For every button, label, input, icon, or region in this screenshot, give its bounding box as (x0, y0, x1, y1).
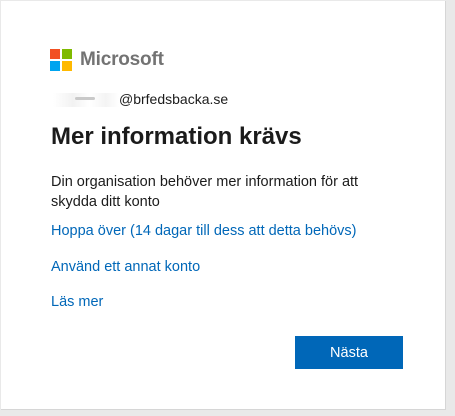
brand-name: Microsoft (80, 49, 164, 70)
logo-blue-square (50, 61, 60, 71)
use-other-account-link[interactable]: Använd ett annat konto (51, 259, 200, 275)
next-button[interactable]: Nästa (295, 336, 403, 369)
page-description: Din organisation behöver mer information… (51, 174, 359, 210)
microsoft-logo-icon (50, 49, 72, 71)
skip-link[interactable]: Hoppa över (14 dagar till dess att detta… (51, 223, 356, 239)
logo-yellow-square (62, 61, 72, 71)
email-domain: @brfedsbacka.se (119, 91, 229, 107)
learn-more-link[interactable]: Läs mer (51, 294, 103, 310)
redacted-email-part (53, 93, 119, 108)
logo-red-square (50, 49, 60, 59)
logo-green-square (62, 49, 72, 59)
sign-in-card: Microsoft @brfedsbacka.se Mer informatio… (1, 1, 446, 410)
microsoft-logo: Microsoft (50, 48, 164, 72)
page-title: Mer information krävs (51, 123, 302, 150)
account-email: @brfedsbacka.se (53, 91, 229, 108)
